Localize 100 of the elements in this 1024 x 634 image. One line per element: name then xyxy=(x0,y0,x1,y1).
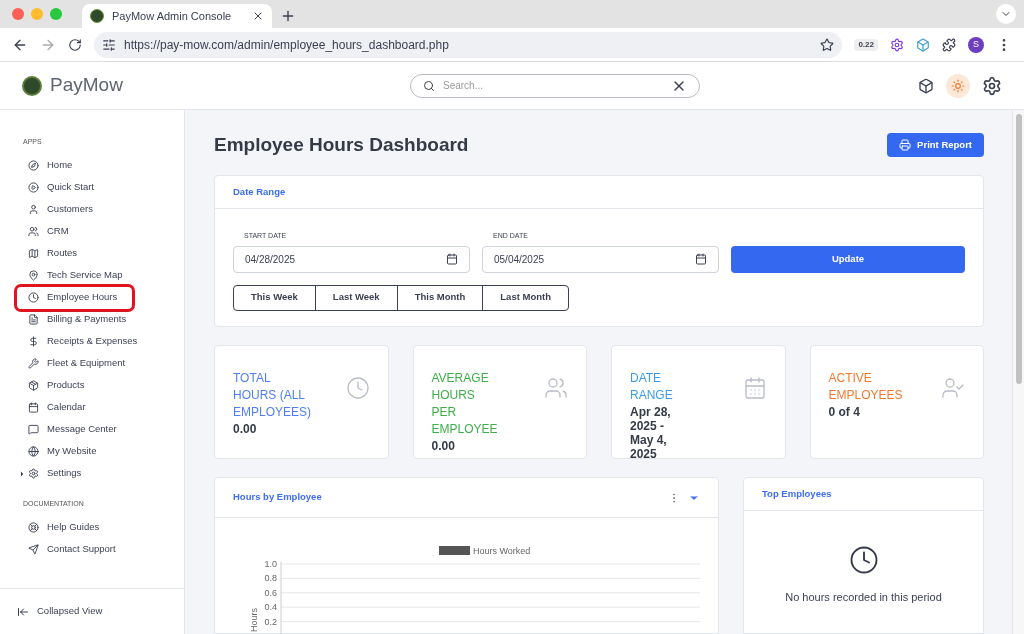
logo-icon xyxy=(22,75,42,96)
sidebar-item[interactable]: Quick Start xyxy=(17,176,132,199)
nav-label: Receipts & Expenses xyxy=(47,334,138,349)
page-title: Employee Hours Dashboard xyxy=(214,132,469,157)
sidebar-item[interactable]: Products xyxy=(17,374,132,397)
nav-label: Fleet & Equipment xyxy=(47,356,126,371)
calendar-icon xyxy=(695,253,707,265)
nav-label: Quick Start xyxy=(47,180,94,195)
collapse-icon xyxy=(17,605,29,618)
printer-icon xyxy=(899,139,912,151)
stat-value: 0.00 xyxy=(431,439,456,453)
sidebar-item[interactable]: Contact Support xyxy=(17,538,132,560)
legend-label: Hours Worked xyxy=(473,546,531,556)
users-icon xyxy=(544,376,568,400)
sidebar-item[interactable]: CRM xyxy=(17,220,132,243)
browser-tab[interactable]: PayMow Admin Console xyxy=(82,4,272,28)
message-icon xyxy=(28,424,39,435)
extension-gear-icon[interactable] xyxy=(890,37,904,52)
date-field[interactable]: 04/28/2025 xyxy=(233,245,470,273)
chart-legend: Hours Worked xyxy=(439,546,531,556)
map-icon xyxy=(28,248,39,259)
sidebar-item[interactable]: Customers xyxy=(17,198,132,221)
sidebar-item[interactable]: Routes xyxy=(17,242,132,265)
y-tick-label: 0.2 xyxy=(264,616,277,627)
stat-value: 0.00 xyxy=(233,422,258,436)
search-icon xyxy=(423,79,435,92)
extensions-icon[interactable] xyxy=(942,37,956,52)
extension-cube-icon[interactable] xyxy=(916,37,930,52)
theme-toggle-button[interactable] xyxy=(946,73,970,98)
reload-icon[interactable] xyxy=(68,37,82,52)
sun-icon xyxy=(951,78,965,93)
close-icon[interactable] xyxy=(252,10,264,22)
sidebar-item[interactable]: Employee Hours xyxy=(17,286,132,309)
preset-button[interactable]: Last Month xyxy=(482,285,568,310)
sidebar-item[interactable]: Message Center xyxy=(17,418,132,441)
preset-button[interactable]: This Week xyxy=(234,285,315,310)
y-tick-label: 0.4 xyxy=(264,602,277,613)
nav-label: Home xyxy=(47,158,73,173)
nav-label: CRM xyxy=(47,224,69,239)
nav-label: Help Guides xyxy=(47,519,100,534)
nav-label: Customers xyxy=(47,202,93,217)
package-icon xyxy=(28,380,39,391)
brand-name: PayMow xyxy=(50,73,124,98)
sidebar-item[interactable]: Calendar xyxy=(17,396,132,419)
stat-label: ACTIVE EMPLOYEES xyxy=(828,370,903,404)
nav-label: Billing & Payments xyxy=(47,312,127,327)
address-bar[interactable]: https://pay-mow.com/admin/employee_hours_dashboard.php xyxy=(94,31,843,58)
card-title: Hours by Employee xyxy=(233,490,323,505)
settings-icon[interactable] xyxy=(982,75,1002,96)
preset-button[interactable]: Last Week xyxy=(314,285,397,310)
user-check-icon xyxy=(941,376,965,400)
sidebar-item[interactable]: Tech Service Map xyxy=(17,264,132,287)
play-icon xyxy=(28,182,39,193)
site-settings-icon[interactable] xyxy=(102,37,116,52)
lifebuoy-icon xyxy=(28,521,39,533)
nav-label: Products xyxy=(47,378,85,393)
clock-icon xyxy=(848,545,879,575)
sidebar-item[interactable]: Billing & Payments xyxy=(17,308,132,331)
sidebar-item[interactable]: My Website xyxy=(17,440,132,463)
sidebar-item[interactable]: Fleet & Equipment xyxy=(17,352,132,375)
new-tab-icon[interactable] xyxy=(280,8,296,24)
cube-icon[interactable] xyxy=(918,77,934,94)
favicon-icon xyxy=(90,9,104,23)
caret-icon xyxy=(18,469,26,478)
nav-label: Settings xyxy=(47,466,82,481)
search-input[interactable]: Search... xyxy=(443,78,663,93)
profile-avatar[interactable]: S xyxy=(968,36,984,53)
settings-icon xyxy=(28,468,39,479)
calendar-icon xyxy=(446,253,458,265)
clock-icon xyxy=(345,376,370,400)
stat-value: 0 of 4 xyxy=(828,405,861,419)
map-pin-icon xyxy=(28,270,39,281)
globe-icon xyxy=(28,446,39,457)
date-field[interactable]: 05/04/2025 xyxy=(482,245,719,273)
sidebar-item[interactable]: Settings xyxy=(17,462,132,485)
clock-icon xyxy=(28,292,39,303)
print-report-button[interactable]: Print Report xyxy=(887,133,984,157)
sidebar-item[interactable]: Help Guides xyxy=(17,516,132,538)
nav-label: Tech Service Map xyxy=(47,268,123,283)
preset-button[interactable]: This Month xyxy=(396,285,483,310)
users-icon xyxy=(28,226,39,237)
stat-label: TOTAL HOURS (ALL EMPLOYEES) xyxy=(233,370,312,421)
sidebar-item[interactable]: Home xyxy=(17,154,132,177)
nav-label: My Website xyxy=(47,444,97,459)
collapse-button[interactable]: Collapsed View xyxy=(0,588,184,634)
user-icon xyxy=(28,204,39,215)
url-text: https://pay-mow.com/admin/employee_hours_dashboard.php xyxy=(124,36,450,54)
nav-label: Employee Hours xyxy=(47,290,118,305)
wrench-icon xyxy=(28,358,39,369)
nav-label: Message Center xyxy=(47,422,117,437)
compass-icon xyxy=(28,160,39,171)
stat-value: Apr 28, 2025 - May 4, 2025 xyxy=(630,405,672,461)
y-axis-label: Hours xyxy=(249,608,259,632)
extension-badge[interactable]: 0.22 xyxy=(854,38,878,51)
bookmark-star-icon[interactable] xyxy=(820,37,835,52)
nav-label: Contact Support xyxy=(47,541,116,556)
calendar-icon xyxy=(28,402,39,413)
dollar-icon xyxy=(28,336,39,347)
update-button[interactable]: Update xyxy=(731,245,965,273)
tab-title: PayMow Admin Console xyxy=(112,8,233,24)
